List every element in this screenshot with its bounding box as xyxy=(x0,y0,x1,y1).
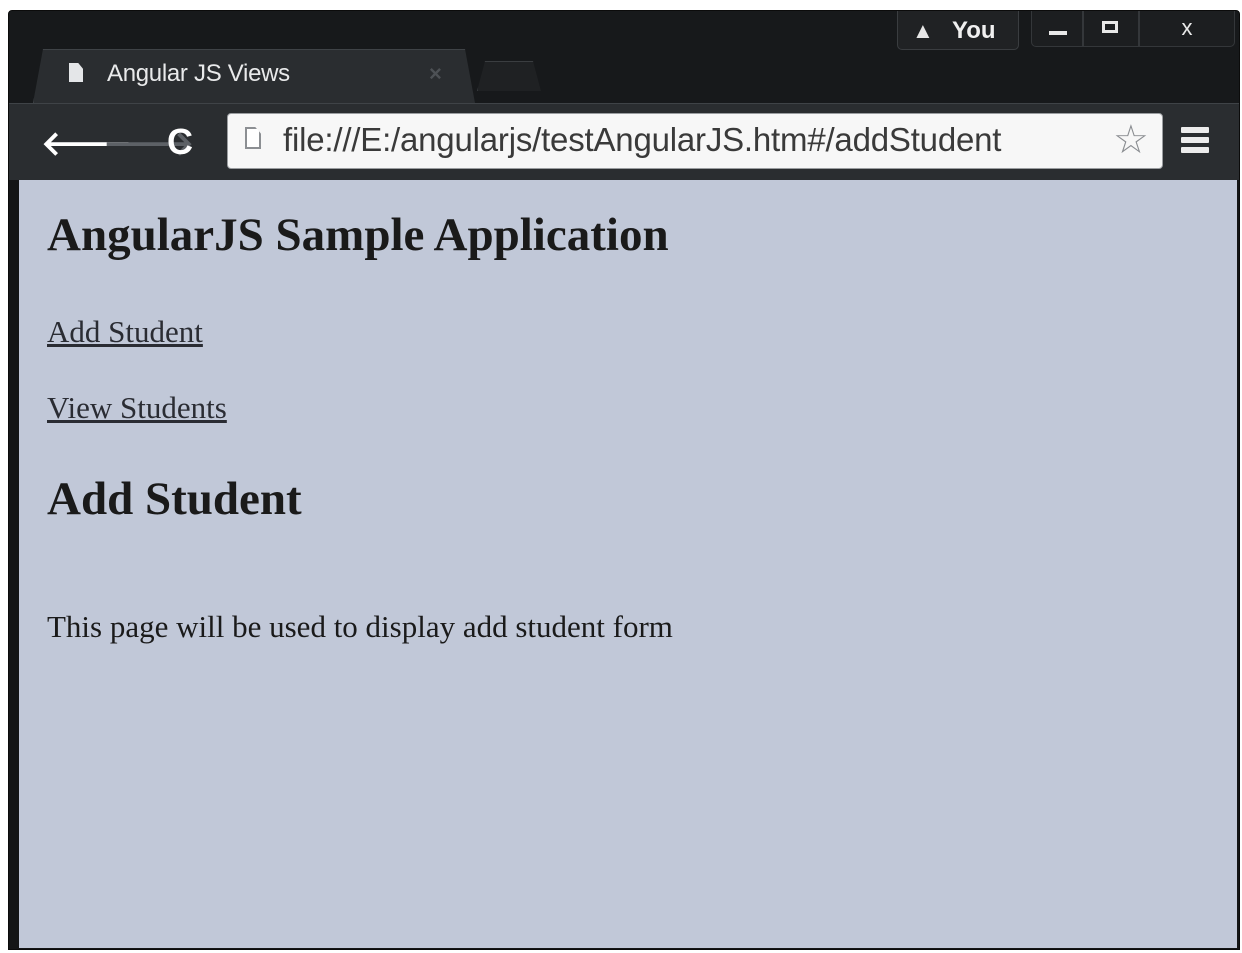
page-content: AngularJS Sample Application Add Student… xyxy=(19,180,1237,948)
url-text[interactable]: file:///E:/angularjs/testAngularJS.htm#/… xyxy=(283,121,1001,159)
minimize-button[interactable] xyxy=(1031,11,1083,47)
warning-icon: ▲ xyxy=(912,18,934,43)
maximize-icon xyxy=(1102,21,1118,33)
tab-close-icon[interactable]: × xyxy=(429,61,442,87)
minimize-icon xyxy=(1049,31,1067,35)
description-text: This page will be used to display add st… xyxy=(47,609,673,644)
section-heading: Add Student xyxy=(47,473,302,525)
page-title: AngularJS Sample Application xyxy=(47,209,669,261)
maximize-button[interactable] xyxy=(1083,11,1139,47)
menu-bar xyxy=(1181,137,1209,143)
menu-bar xyxy=(1181,147,1209,153)
close-window-button[interactable]: x xyxy=(1139,11,1235,47)
menu-bar xyxy=(1181,127,1209,133)
new-tab-button[interactable] xyxy=(477,61,541,91)
view-students-link[interactable]: View Students xyxy=(47,390,227,426)
menu-icon[interactable] xyxy=(1181,127,1209,157)
star-icon[interactable]: ☆ xyxy=(1113,117,1149,163)
profile-button[interactable]: ▲ You xyxy=(897,11,1019,50)
reload-icon[interactable]: C xyxy=(167,121,193,163)
profile-name: You xyxy=(952,17,996,44)
tab-title: Angular JS Views xyxy=(107,60,290,87)
add-student-link[interactable]: Add Student xyxy=(47,314,203,350)
browser-window: Angular JS Views × ▲ You x 🡐 🡒 C file://… xyxy=(8,10,1240,950)
